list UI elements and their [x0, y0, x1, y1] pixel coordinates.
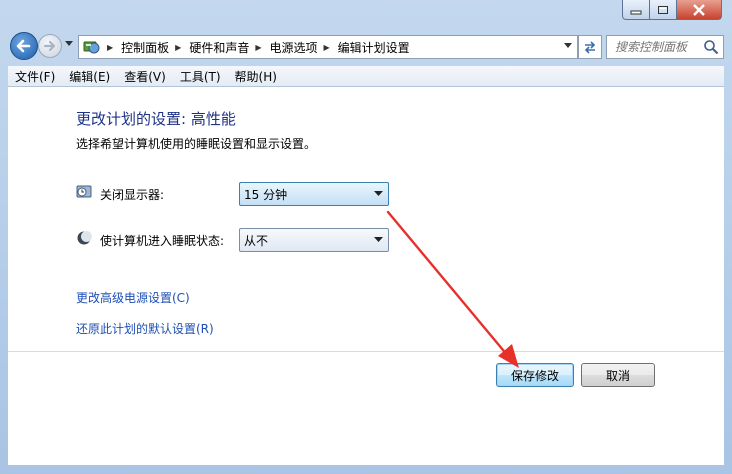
navigation-bar: ▶ 控制面板 ▶ 硬件和声音 ▶ 电源选项 ▶ 编辑计划设置	[8, 30, 724, 62]
breadcrumb-item[interactable]: 硬件和声音	[189, 39, 249, 56]
menu-bar: 文件(F) 编辑(E) 查看(V) 工具(T) 帮助(H)	[8, 66, 724, 87]
chevron-down-icon	[374, 191, 383, 196]
display-off-value: 15 分钟	[244, 187, 288, 202]
display-off-label: 关闭显示器:	[100, 188, 165, 202]
menu-edit[interactable]: 编辑(E)	[62, 68, 117, 85]
minimize-button[interactable]	[622, 0, 650, 20]
maximize-button[interactable]	[650, 0, 677, 20]
advanced-power-settings-link[interactable]: 更改高级电源设置(C)	[76, 289, 190, 306]
breadcrumb-arrow-icon: ▶	[175, 42, 182, 52]
breadcrumb-item[interactable]: 编辑计划设置	[338, 39, 410, 56]
sleep-moon-icon	[77, 231, 92, 245]
search-box	[606, 35, 724, 59]
close-button[interactable]	[677, 0, 722, 20]
menu-view[interactable]: 查看(V)	[117, 68, 173, 85]
breadcrumb-item[interactable]: 控制面板	[121, 39, 169, 56]
maximize-icon	[658, 5, 668, 14]
restore-defaults-link[interactable]: 还原此计划的默认设置(R)	[76, 320, 214, 337]
display-icon	[76, 185, 92, 198]
window-frame: ▶ 控制面板 ▶ 硬件和声音 ▶ 电源选项 ▶ 编辑计划设置 搜索控制面板 文件…	[0, 0, 732, 474]
breadcrumb-arrow-icon: ▶	[255, 42, 262, 52]
sleep-value: 从不	[244, 233, 269, 248]
menu-file[interactable]: 文件(F)	[8, 68, 62, 85]
forward-arrow-icon	[43, 40, 56, 52]
sleep-select[interactable]: 从不	[239, 228, 389, 252]
caption-buttons	[622, 0, 722, 20]
forward-button[interactable]	[38, 34, 62, 58]
breadcrumb-item[interactable]: 电源选项	[270, 39, 318, 56]
back-button[interactable]	[10, 32, 38, 60]
back-arrow-icon	[16, 39, 31, 53]
cancel-button[interactable]: 取消	[581, 363, 655, 387]
refresh-button[interactable]	[578, 35, 602, 59]
menu-tools[interactable]: 工具(T)	[173, 68, 228, 85]
refresh-icon	[584, 41, 596, 54]
divider	[8, 351, 724, 352]
address-bar[interactable]: ▶ 控制面板 ▶ 硬件和声音 ▶ 电源选项 ▶ 编辑计划设置	[78, 35, 578, 59]
menu-help[interactable]: 帮助(H)	[228, 68, 284, 85]
page-subtitle: 选择希望计算机使用的睡眠设置和显示设置。	[76, 137, 317, 151]
breadcrumb-arrow-icon: ▶	[107, 42, 114, 52]
display-off-select[interactable]: 15 分钟	[239, 182, 389, 206]
search-icon[interactable]	[703, 39, 719, 55]
content-pane: 更改计划的设置: 高性能 选择希望计算机使用的睡眠设置和显示设置。 关闭显示器:…	[8, 87, 724, 465]
search-input[interactable]	[613, 39, 711, 55]
breadcrumb-arrow-icon: ▶	[323, 42, 330, 52]
page-title: 更改计划的设置: 高性能	[76, 110, 236, 128]
sleep-label: 使计算机进入睡眠状态:	[100, 234, 225, 248]
save-button[interactable]: 保存修改	[496, 363, 574, 387]
control-panel-icon	[83, 41, 100, 54]
minimize-icon	[630, 10, 642, 14]
close-icon	[693, 3, 705, 16]
address-dropdown-icon[interactable]	[563, 42, 573, 50]
chevron-down-icon	[374, 237, 383, 242]
breadcrumb: ▶ 控制面板 ▶ 硬件和声音 ▶ 电源选项 ▶ 编辑计划设置	[101, 39, 410, 56]
history-dropdown-icon[interactable]	[64, 40, 74, 48]
